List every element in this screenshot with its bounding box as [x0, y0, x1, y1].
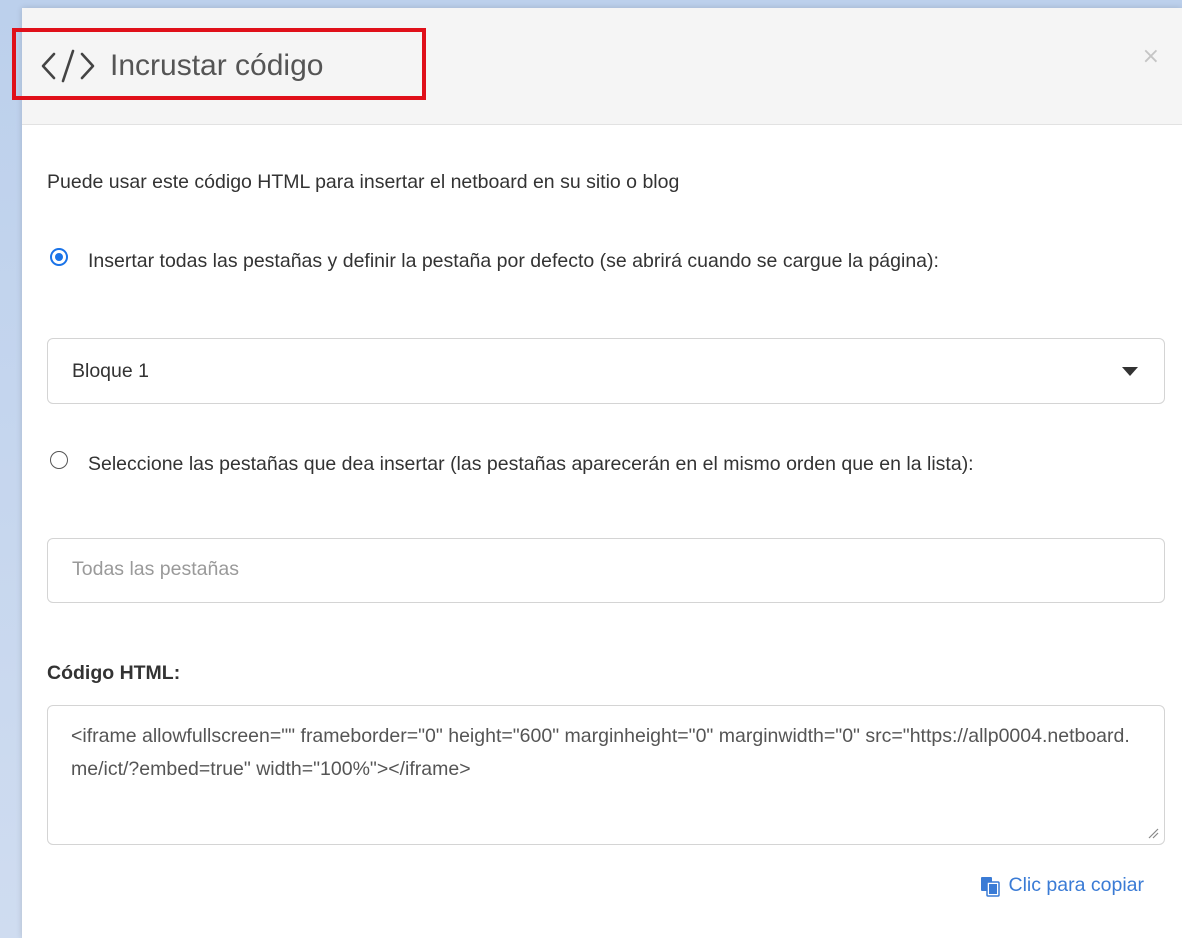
radio-select-tabs[interactable] [50, 451, 68, 469]
code-icon [41, 49, 95, 83]
copy-icon [980, 876, 1000, 897]
html-code-textarea[interactable]: <iframe allowfullscreen="" frameborder="… [47, 705, 1165, 845]
modal-title-group: Incrustar código [40, 46, 323, 86]
radio-all-tabs[interactable] [50, 248, 68, 266]
html-code-value: <iframe allowfullscreen="" frameborder="… [71, 725, 1130, 780]
radio-select-tabs-label: Seleccione las pestañas que dea insertar… [88, 453, 974, 475]
modal-header: Incrustar código × [12, 8, 1182, 125]
page-backdrop-left [0, 0, 22, 938]
default-tab-select-value: Bloque 1 [72, 360, 149, 382]
tabs-input-wrapper [47, 538, 1165, 603]
copy-link[interactable]: Clic para copiar [979, 874, 1144, 897]
chevron-down-icon [1122, 367, 1138, 376]
modal-title: Incrustar código [110, 49, 324, 82]
tabs-input[interactable] [49, 540, 1159, 599]
default-tab-select[interactable]: Bloque 1 [47, 338, 1165, 404]
embed-code-modal: Incrustar código × Puede usar este códig… [12, 8, 1182, 938]
close-button[interactable]: × [1142, 44, 1160, 69]
intro-text: Puede usar este código HTML para inserta… [47, 171, 680, 193]
resize-handle-icon[interactable] [1147, 827, 1159, 839]
copy-link-label: Clic para copiar [1008, 874, 1144, 896]
radio-all-tabs-label: Insertar todas las pestañas y definir la… [88, 250, 939, 272]
page-backdrop-top [0, 0, 1182, 8]
html-code-label: Código HTML: [47, 662, 181, 684]
